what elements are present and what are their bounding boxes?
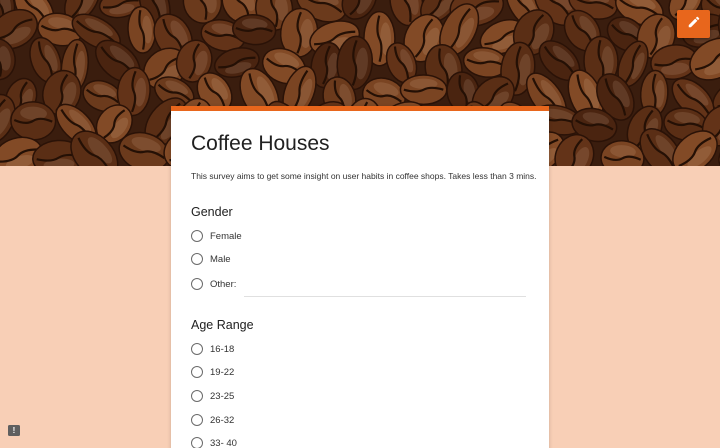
- radio-button[interactable]: [191, 414, 203, 426]
- question-title-gender: Gender: [191, 205, 233, 219]
- form-page: Coffee Houses This survey aims to get so…: [0, 0, 720, 448]
- radio-button[interactable]: [191, 366, 203, 378]
- radio-button[interactable]: [191, 390, 203, 402]
- option-female[interactable]: Female: [191, 230, 242, 242]
- option-age-26-32[interactable]: 26-32: [191, 414, 234, 426]
- option-label: Female: [210, 230, 242, 242]
- option-label: 33- 40: [210, 437, 237, 448]
- form-description: This survey aims to get some insight on …: [191, 171, 537, 181]
- radio-button[interactable]: [191, 437, 203, 448]
- feedback-icon[interactable]: !: [8, 425, 20, 436]
- option-age-19-22[interactable]: 19-22: [191, 366, 234, 378]
- option-age-23-25[interactable]: 23-25: [191, 390, 234, 402]
- pencil-icon: [687, 15, 701, 34]
- option-label: 16-18: [210, 343, 235, 355]
- radio-button[interactable]: [191, 253, 203, 265]
- option-label: 19-22: [210, 366, 235, 378]
- other-text-input[interactable]: [244, 287, 526, 297]
- coffee-bean: [399, 74, 448, 106]
- radio-button[interactable]: [191, 278, 203, 290]
- option-label: Other:: [210, 278, 237, 290]
- question-title-age-range: Age Range: [191, 318, 254, 332]
- form-title: Coffee Houses: [191, 132, 330, 155]
- option-label: 23-25: [210, 390, 235, 402]
- card-accent-bar: [171, 106, 549, 111]
- edit-button[interactable]: [677, 10, 710, 38]
- radio-button[interactable]: [191, 343, 203, 355]
- option-age-33-40[interactable]: 33- 40: [191, 437, 237, 448]
- radio-button[interactable]: [191, 230, 203, 242]
- form-card: Coffee Houses This survey aims to get so…: [171, 106, 549, 448]
- option-label: Male: [210, 253, 231, 265]
- option-other[interactable]: Other:: [191, 278, 236, 290]
- option-label: 26-32: [210, 414, 235, 426]
- option-age-16-18[interactable]: 16-18: [191, 343, 234, 355]
- option-male[interactable]: Male: [191, 253, 231, 265]
